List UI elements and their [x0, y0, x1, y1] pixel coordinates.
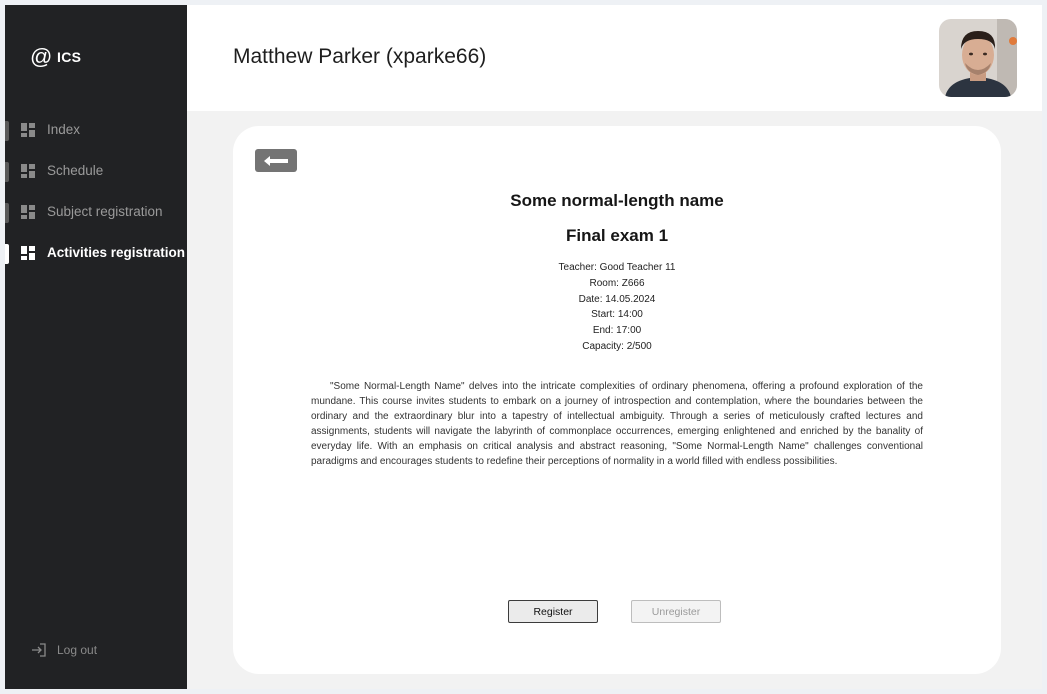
brand-name: ICS: [57, 49, 82, 65]
nav-marker: [5, 121, 9, 141]
nav-marker: [5, 203, 9, 223]
start-info: Start: 14:00: [591, 309, 643, 321]
end-info: End: 17:00: [592, 325, 642, 337]
sidebar-item-schedule[interactable]: Schedule: [5, 158, 187, 199]
room-info: Room: Z666: [589, 277, 645, 289]
back-button[interactable]: [255, 149, 297, 172]
sidebar-item-activities-registration[interactable]: Activities registration: [5, 240, 187, 281]
sidebar-item-label: Activities registration: [47, 245, 186, 260]
sidebar-nav: Index Schedule Subject registration Acti…: [5, 117, 187, 281]
user-name: Matthew Parker (xparke66): [233, 45, 487, 68]
user-avatar[interactable]: [939, 19, 1017, 97]
sidebar-item-subject-registration[interactable]: Subject registration: [5, 199, 187, 240]
activity-details: Teacher: Good Teacher 11 Room: Z666 Date…: [233, 260, 1001, 355]
date-info: Date: 14.05.2024: [578, 293, 656, 305]
logout-icon: [32, 643, 46, 657]
teacher-info: Teacher: Good Teacher 11: [558, 262, 676, 273]
sidebar: @ ICS Index Schedule Subject registratio…: [5, 5, 187, 689]
nav-marker: [5, 162, 9, 182]
app-window: @ ICS Index Schedule Subject registratio…: [5, 5, 1042, 689]
app-logo[interactable]: @ ICS: [30, 44, 82, 69]
at-logo-icon: @: [30, 44, 53, 69]
arrow-left-icon: [264, 155, 288, 166]
avatar-icon: [939, 19, 1017, 97]
register-button[interactable]: Register: [508, 600, 598, 623]
sidebar-item-label: Subject registration: [47, 204, 163, 219]
activity-name: Final exam 1: [565, 226, 669, 245]
activity-detail-card: Some normal-length name Final exam 1 Tea…: [233, 126, 1001, 674]
logout-label: Log out: [57, 643, 98, 657]
capacity-info: Capacity: 2/500: [582, 340, 652, 352]
page-header: Matthew Parker (xparke66): [187, 5, 1042, 111]
dashboard-icon: [21, 246, 35, 260]
unregister-button[interactable]: Unregister: [631, 600, 721, 623]
sidebar-item-index[interactable]: Index: [5, 117, 187, 158]
logout-button[interactable]: Log out: [31, 643, 97, 657]
dashboard-icon: [21, 205, 35, 219]
dashboard-icon: [21, 164, 35, 178]
sidebar-item-label: Schedule: [47, 163, 104, 178]
subject-name: Some normal-length name: [510, 191, 724, 210]
dashboard-icon: [21, 123, 35, 137]
activity-description: "Some Normal-Length Name" delves into th…: [311, 381, 923, 467]
sidebar-item-label: Index: [47, 122, 81, 137]
nav-marker-active: [5, 244, 9, 264]
